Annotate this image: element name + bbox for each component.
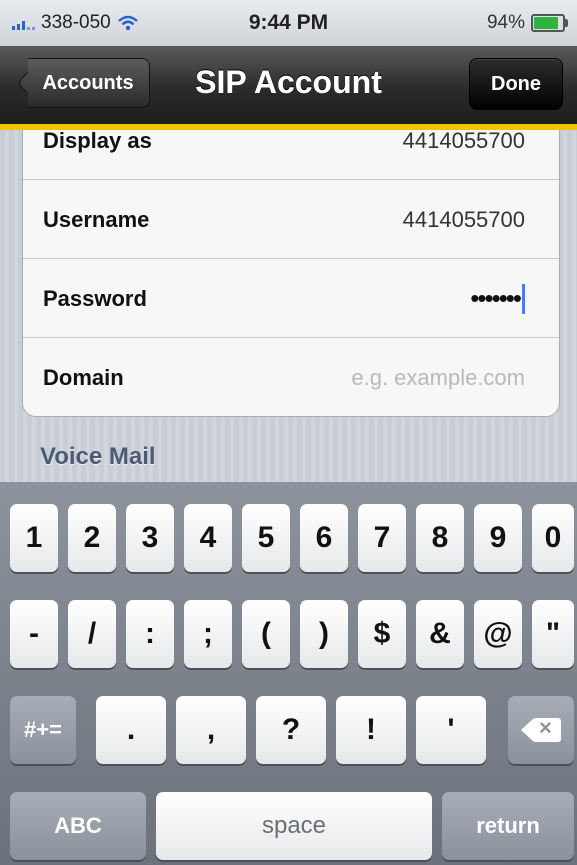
display-as-field[interactable]: 4414055700 <box>403 130 525 154</box>
key-open-paren[interactable]: ( <box>242 600 290 668</box>
key-period[interactable]: . <box>96 696 166 764</box>
voice-mail-section-header: Voice Mail <box>40 443 156 470</box>
battery-status: 94% <box>486 12 568 34</box>
backspace-icon: × <box>521 715 561 742</box>
key-semicolon[interactable]: ; <box>184 600 232 668</box>
navigation-bar: Accounts SIP Account Done <box>0 46 577 130</box>
settings-scroll-area[interactable]: Display as 4414055700 Username 441405570… <box>0 130 577 482</box>
domain-field[interactable]: e.g. example.com <box>351 365 525 391</box>
battery-percent: 94% <box>486 12 525 33</box>
sip-account-form: Display as 4414055700 Username 441405570… <box>22 130 560 417</box>
key-3[interactable]: 3 <box>126 504 174 572</box>
display-as-label: Display as <box>43 130 152 153</box>
key-dash[interactable]: - <box>10 600 58 668</box>
key-abc[interactable]: ABC <box>10 792 146 860</box>
key-7[interactable]: 7 <box>358 504 406 572</box>
username-row[interactable]: Username 4414055700 <box>23 180 559 259</box>
key-more-symbols[interactable]: #+= <box>10 696 76 764</box>
key-9[interactable]: 9 <box>474 504 522 572</box>
password-label: Password <box>43 286 147 311</box>
key-5[interactable]: 5 <box>242 504 290 572</box>
key-comma[interactable]: , <box>176 696 246 764</box>
key-colon[interactable]: : <box>126 600 174 668</box>
domain-row[interactable]: Domain e.g. example.com <box>23 338 559 416</box>
username-label: Username <box>43 207 150 232</box>
password-field[interactable]: ••••••• <box>470 283 525 314</box>
key-at[interactable]: @ <box>474 600 522 668</box>
key-ampersand[interactable]: & <box>416 600 464 668</box>
key-6[interactable]: 6 <box>300 504 348 572</box>
key-1[interactable]: 1 <box>10 504 58 572</box>
key-8[interactable]: 8 <box>416 504 464 572</box>
key-question[interactable]: ? <box>256 696 326 764</box>
backspace-key[interactable]: × <box>508 696 574 764</box>
password-dots: ••••••• <box>470 283 522 313</box>
key-quote[interactable]: " <box>532 600 574 668</box>
keyboard: 1 2 3 4 5 6 7 8 9 0 - / : ; ( ) $ & @ " … <box>0 482 577 865</box>
return-key[interactable]: return <box>442 792 574 860</box>
key-slash[interactable]: / <box>68 600 116 668</box>
key-0[interactable]: 0 <box>532 504 574 572</box>
done-button[interactable]: Done <box>469 58 563 110</box>
text-cursor <box>522 283 525 314</box>
key-4[interactable]: 4 <box>184 504 232 572</box>
key-close-paren[interactable]: ) <box>300 600 348 668</box>
password-row[interactable]: Password ••••••• <box>23 259 559 338</box>
space-key[interactable]: space <box>156 792 432 860</box>
key-dollar[interactable]: $ <box>358 600 406 668</box>
username-field[interactable]: 4414055700 <box>403 207 525 233</box>
domain-label: Domain <box>43 365 124 390</box>
status-bar: 338-050 9:44 PM 94% <box>0 0 577 46</box>
key-2[interactable]: 2 <box>68 504 116 572</box>
key-apostrophe[interactable]: ' <box>416 696 486 764</box>
battery-icon <box>531 14 568 32</box>
display-as-row[interactable]: Display as 4414055700 <box>23 130 559 180</box>
key-exclamation[interactable]: ! <box>336 696 406 764</box>
